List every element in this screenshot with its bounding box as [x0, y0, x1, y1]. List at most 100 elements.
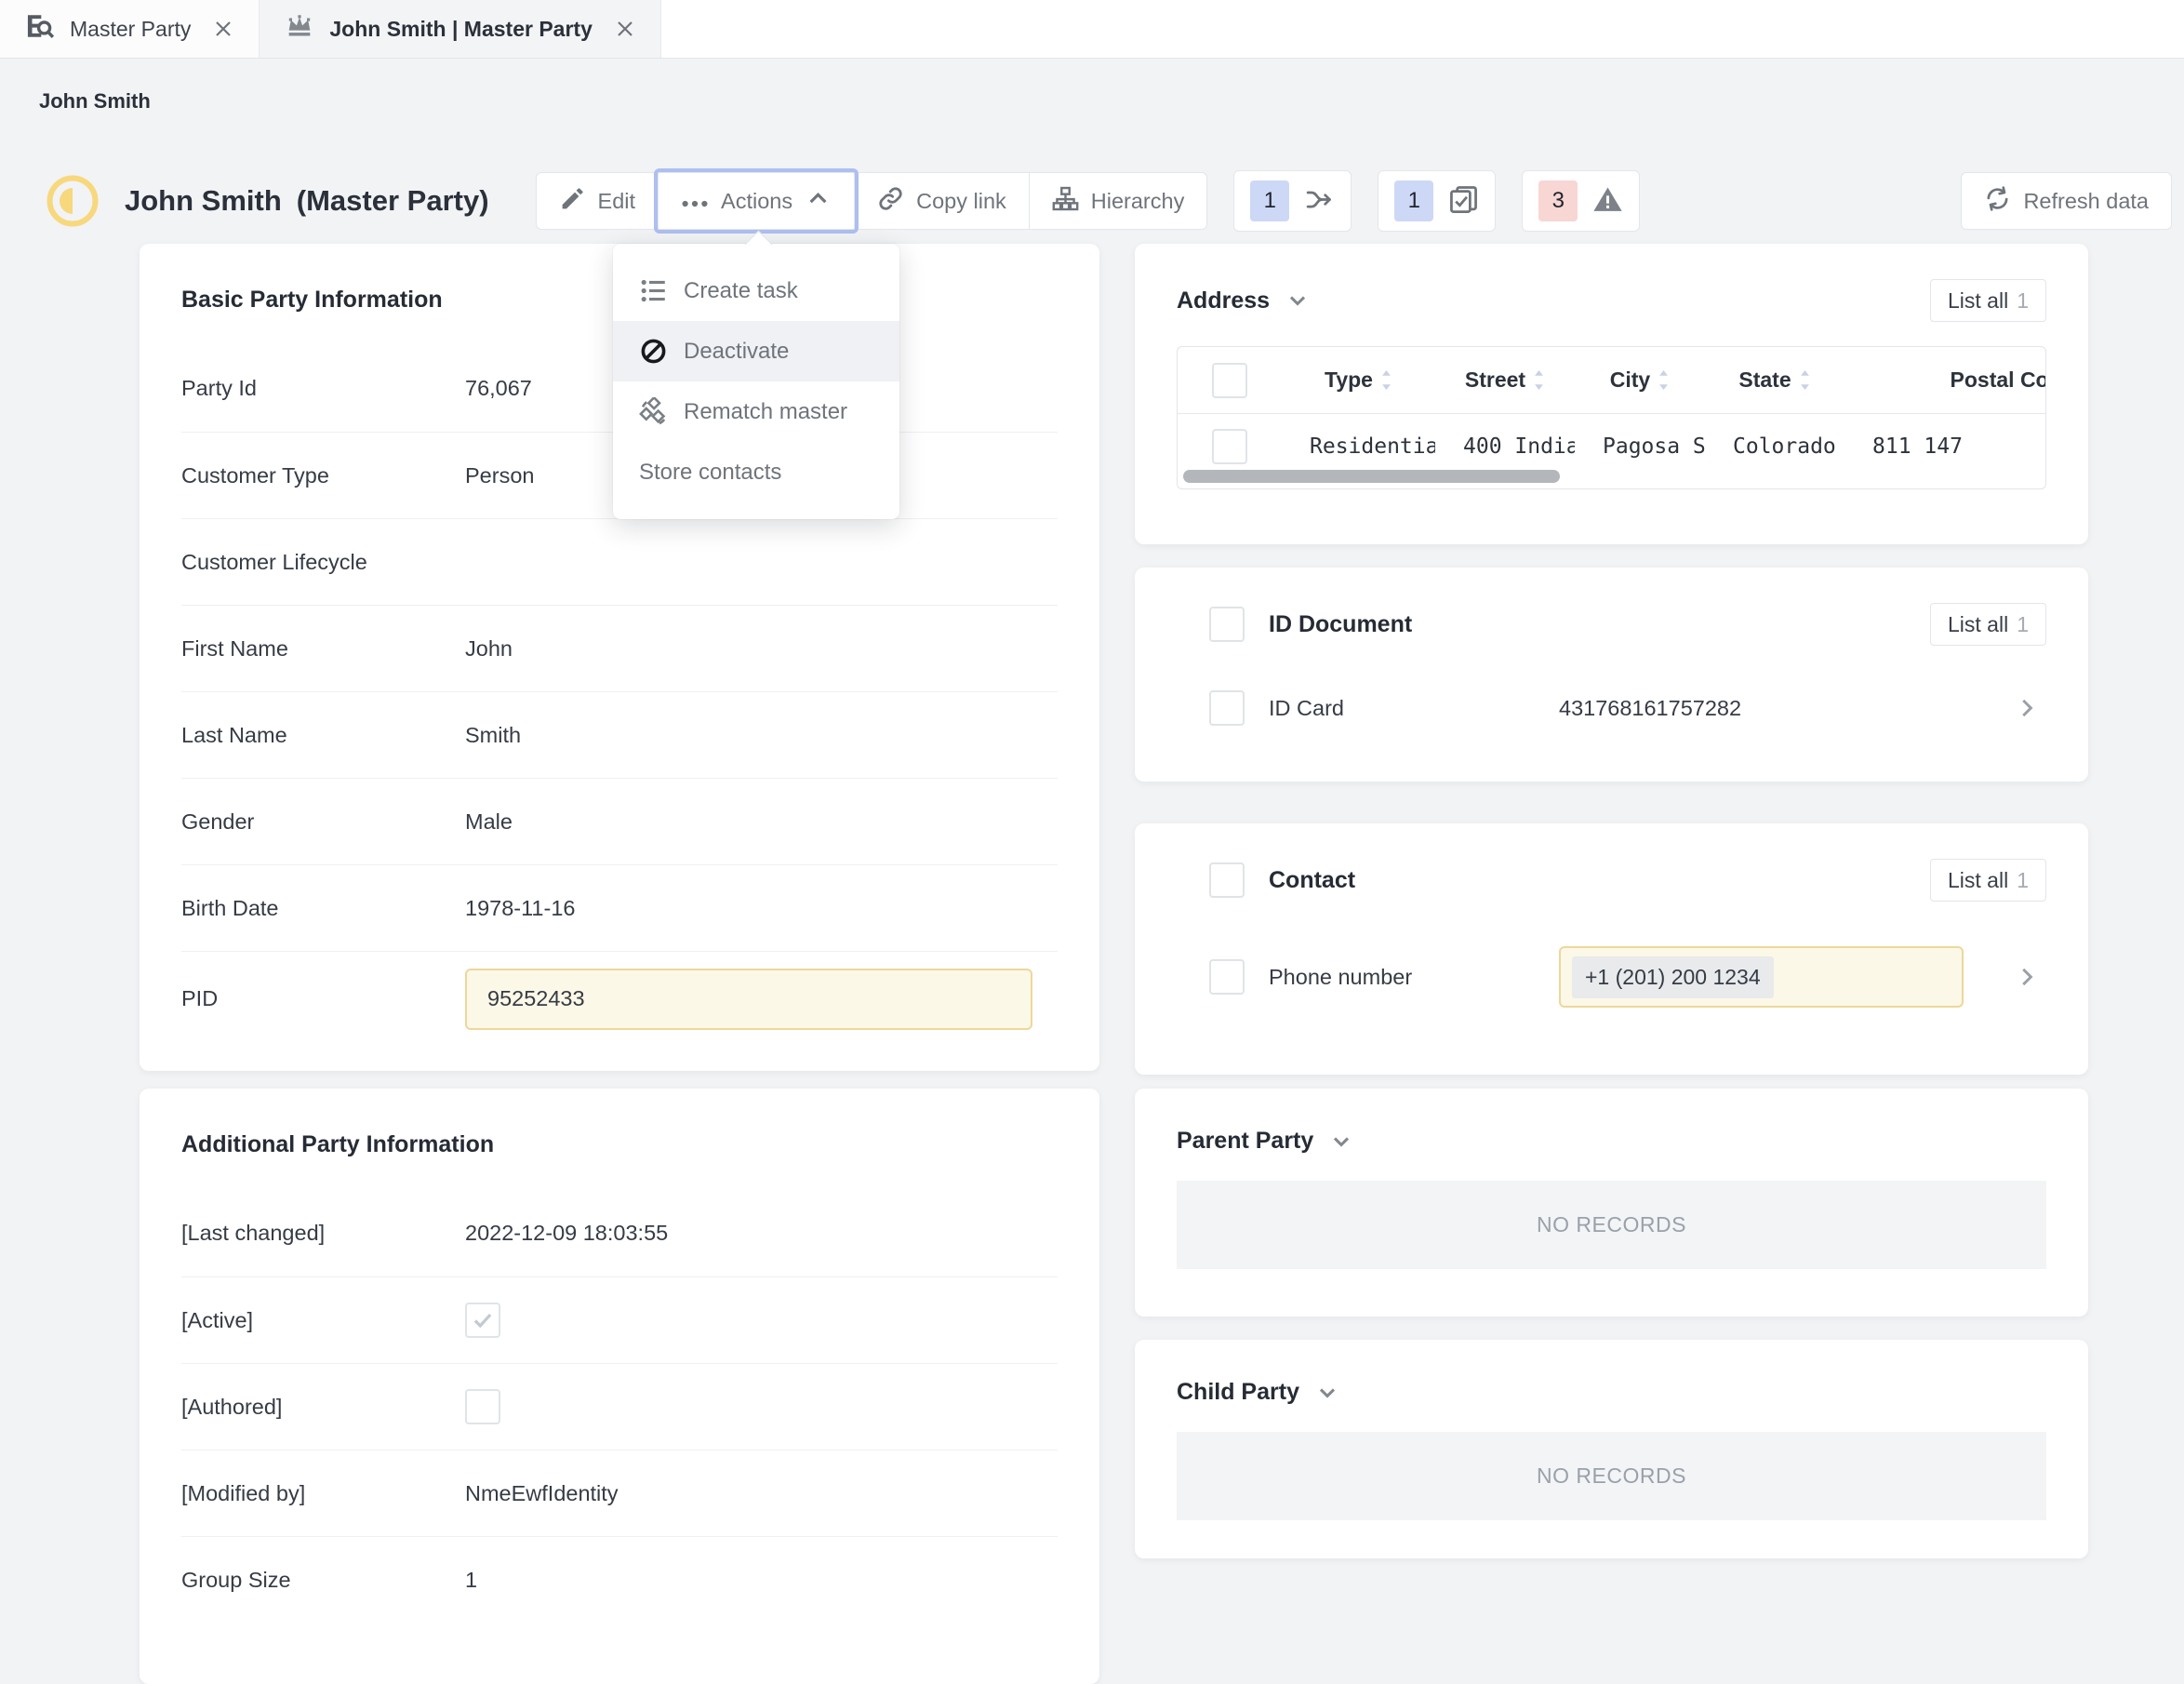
pid-input[interactable]: 95252433 [465, 969, 1032, 1030]
issues-count-badge: 3 [1538, 180, 1578, 221]
column-header-street[interactable]: Street [1435, 368, 1575, 393]
field-row: First Name John [181, 605, 1058, 691]
list-all-button[interactable]: List all 1 [1930, 859, 2046, 902]
contrast-icon [47, 175, 99, 227]
chevron-down-icon[interactable] [1314, 1380, 1340, 1406]
issues-badge[interactable]: 3 [1522, 170, 1640, 232]
record-name: John Smith [125, 184, 282, 217]
tasks-check-icon [1448, 184, 1479, 218]
card-title: ID Document [1269, 611, 1412, 638]
phone-number-row[interactable]: Phone number +1 (201) 200 1234 [1177, 946, 2046, 1008]
edit-button[interactable]: Edit [536, 172, 659, 230]
list-all-count: 1 [2017, 612, 2029, 637]
no-records-placeholder: NO RECORDS [1177, 1181, 2046, 1269]
menu-item-store-contacts[interactable]: Store contacts [613, 442, 899, 502]
tab-john-smith-master-party[interactable]: John Smith | Master Party [260, 0, 661, 58]
card-title: Address [1177, 287, 1270, 314]
pencil-icon [559, 185, 586, 218]
field-row: Customer Lifecycle [181, 518, 1058, 605]
id-document-checkbox[interactable] [1209, 607, 1245, 642]
close-icon[interactable] [212, 18, 234, 40]
merge-count-badge: 1 [1250, 180, 1289, 221]
ban-icon [639, 337, 668, 366]
card-title: Child Party [1177, 1379, 1299, 1406]
card-title: Contact [1269, 867, 1355, 894]
list-all-button[interactable]: List all 1 [1930, 279, 2046, 322]
sort-icon [1380, 369, 1392, 391]
phone-number-field[interactable]: +1 (201) 200 1234 [1559, 946, 1964, 1008]
tasks-badge[interactable]: 1 [1378, 170, 1496, 232]
list-all-count: 1 [2017, 288, 2029, 314]
id-document-card: ID Document List all 1 ID Card 431768161… [1135, 568, 2088, 782]
actions-dropdown-menu: Create task Deactivate Rematch master St… [613, 244, 899, 519]
warning-icon [1592, 184, 1623, 218]
field-row-authored: [Authored] [181, 1363, 1058, 1450]
card-title: Parent Party [1177, 1128, 1313, 1155]
active-checkbox[interactable] [465, 1303, 500, 1338]
actions-button[interactable]: Actions [658, 172, 855, 230]
close-icon[interactable] [614, 18, 636, 40]
tab-label: John Smith | Master Party [329, 17, 593, 42]
tab-master-party[interactable]: Master Party [0, 0, 260, 58]
chevron-down-icon[interactable] [1328, 1129, 1354, 1155]
cell-street: 400 Indian [1435, 434, 1575, 459]
field-row: Last Name Smith [181, 691, 1058, 778]
hierarchy-button[interactable]: Hierarchy [1029, 172, 1208, 230]
contact-card: Contact List all 1 Phone number +1 (201)… [1135, 823, 2088, 1075]
page-title: John Smith (Master Party) [125, 184, 489, 218]
rematch-icon [639, 397, 668, 426]
merge-requests-badge[interactable]: 1 [1233, 170, 1352, 232]
column-header-postal-code[interactable]: Postal Code [1844, 368, 2046, 393]
tasks-count-badge: 1 [1394, 180, 1433, 221]
tab-bar: Master Party John Smith | Master Party [0, 0, 2184, 59]
merge-arrow-icon [1304, 184, 1335, 218]
contact-checkbox[interactable] [1209, 862, 1245, 898]
breadcrumb: John Smith [39, 89, 151, 114]
sort-icon [1799, 369, 1811, 391]
field-value: 1978-11-16 [465, 896, 575, 921]
horizontal-scrollbar[interactable] [1183, 470, 1560, 483]
id-card-row[interactable]: ID Card 431768161757282 [1177, 690, 2046, 726]
column-header-city[interactable]: City [1575, 368, 1705, 393]
select-all-checkbox[interactable] [1212, 363, 1247, 398]
additional-party-information-card: Additional Party Information [Last chang… [140, 1089, 1099, 1684]
chevron-down-icon[interactable] [1285, 287, 1311, 314]
refresh-data-button[interactable]: Refresh data [1961, 172, 2172, 230]
menu-item-create-task[interactable]: Create task [613, 261, 899, 321]
authored-checkbox[interactable] [465, 1389, 500, 1424]
cell-city: Pagosa Springs [1575, 434, 1705, 459]
menu-item-deactivate[interactable]: Deactivate [613, 321, 899, 381]
record-type: (Master Party) [297, 184, 489, 217]
copy-link-button[interactable]: Copy link [854, 172, 1030, 230]
column-header-type[interactable]: Type [1282, 368, 1435, 393]
parent-party-card: Parent Party NO RECORDS [1135, 1089, 2088, 1316]
list-icon [639, 276, 668, 305]
link-icon [877, 185, 904, 218]
field-value: 76,067 [465, 376, 532, 401]
row-checkbox[interactable] [1212, 429, 1247, 464]
address-table: Type Street City State Postal Code [1177, 346, 2046, 489]
cell-postal-code: 811 147 [1844, 434, 2046, 459]
cell-state: Colorado [1705, 434, 1844, 459]
ellipsis-icon [681, 189, 709, 214]
field-row: Gender Male [181, 778, 1058, 864]
child-party-card: Child Party NO RECORDS [1135, 1340, 2088, 1558]
field-value: Person [465, 463, 534, 488]
field-row: [Last changed] 2022-12-09 18:03:55 [181, 1190, 1058, 1276]
refresh-icon [1984, 185, 2011, 218]
list-all-button[interactable]: List all 1 [1930, 603, 2046, 646]
chevron-right-icon[interactable] [2013, 963, 2041, 991]
menu-item-rematch-master[interactable]: Rematch master [613, 381, 899, 442]
sort-icon [1658, 369, 1670, 391]
address-card: Address List all 1 Type Street [1135, 244, 2088, 544]
field-row: Group Size 1 [181, 1536, 1058, 1623]
field-value: 2022-12-09 18:03:55 [465, 1221, 668, 1246]
column-header-state[interactable]: State [1705, 368, 1844, 393]
tab-label: Master Party [70, 17, 191, 42]
field-value: NmeEwfIdentity [465, 1481, 619, 1506]
field-row: [Modified by] NmeEwfIdentity [181, 1450, 1058, 1536]
chevron-right-icon[interactable] [2013, 694, 2041, 722]
row-checkbox[interactable] [1209, 690, 1245, 726]
row-checkbox[interactable] [1209, 959, 1245, 995]
field-value: Male [465, 809, 513, 835]
